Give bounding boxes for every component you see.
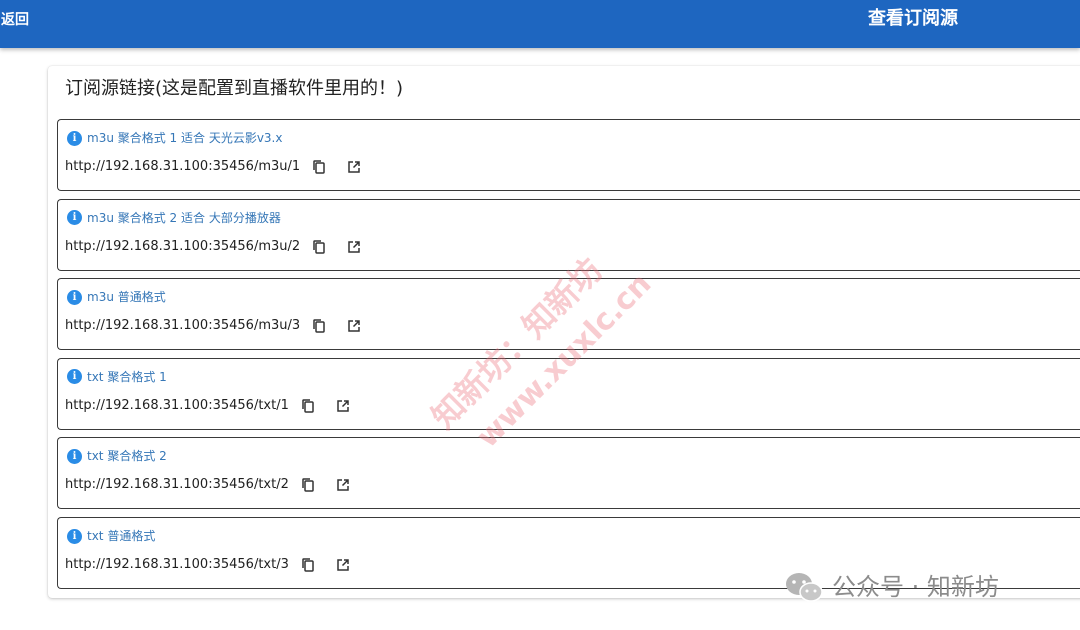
open-in-new-icon[interactable] bbox=[332, 395, 354, 417]
info-icon: i bbox=[67, 369, 82, 385]
back-button[interactable]: 返回 bbox=[0, 10, 29, 30]
open-in-new-icon[interactable] bbox=[343, 236, 365, 258]
feed-url[interactable]: http://192.168.31.100:35456/txt/3 bbox=[65, 554, 289, 576]
feed-label: txt 聚合格式 1 bbox=[87, 369, 167, 384]
page-title: 查看订阅源 bbox=[868, 8, 958, 29]
copy-icon[interactable] bbox=[308, 315, 330, 337]
feed-card-4: i txt 聚合格式 1 http://192.168.31.100:35456… bbox=[57, 357, 1080, 430]
footer-brand: 公众号 · 知新坊 bbox=[784, 570, 999, 604]
feed-label: txt 聚合格式 2 bbox=[87, 449, 167, 464]
wechat-icon bbox=[784, 571, 824, 603]
feed-url[interactable]: http://192.168.31.100:35456/m3u/1 bbox=[65, 156, 300, 178]
feed-card-2: i m3u 聚合格式 2 适合 大部分播放器 http://192.168.31… bbox=[57, 198, 1080, 271]
feed-url-row: http://192.168.31.100:35456/m3u/1 bbox=[65, 156, 365, 178]
feed-label-row: i m3u 聚合格式 2 适合 大部分播放器 bbox=[67, 209, 281, 227]
info-icon: i bbox=[67, 289, 82, 305]
feed-label-row: i m3u 聚合格式 1 适合 天光云影v3.x bbox=[67, 129, 282, 147]
feed-card-3: i m3u 普通格式 http://192.168.31.100:35456/m… bbox=[57, 278, 1080, 351]
info-icon: i bbox=[67, 130, 82, 146]
open-in-new-icon[interactable] bbox=[343, 156, 365, 178]
feed-card-1: i m3u 聚合格式 1 适合 天光云影v3.x http://192.168.… bbox=[57, 119, 1080, 191]
feed-label: m3u 普通格式 bbox=[87, 290, 166, 305]
feed-card-5: i txt 聚合格式 2 http://192.168.31.100:35456… bbox=[57, 437, 1080, 510]
feed-url-row: http://192.168.31.100:35456/txt/2 bbox=[65, 474, 354, 496]
feed-url[interactable]: http://192.168.31.100:35456/txt/2 bbox=[65, 474, 289, 496]
feed-url[interactable]: http://192.168.31.100:35456/txt/1 bbox=[65, 395, 289, 417]
info-icon: i bbox=[67, 448, 82, 464]
feed-label-row: i txt 普通格式 bbox=[67, 527, 155, 545]
copy-icon[interactable] bbox=[297, 395, 319, 417]
open-in-new-icon[interactable] bbox=[332, 474, 354, 496]
feed-url[interactable]: http://192.168.31.100:35456/m3u/3 bbox=[65, 315, 300, 337]
panel-title: 订阅源链接(这是配置到直播软件里用的！) bbox=[65, 78, 404, 99]
copy-icon[interactable] bbox=[297, 554, 319, 576]
open-in-new-icon[interactable] bbox=[332, 554, 354, 576]
copy-icon[interactable] bbox=[308, 236, 330, 258]
feed-label-row: i txt 聚合格式 1 bbox=[67, 368, 167, 386]
footer-brand-text: 公众号 · 知新坊 bbox=[832, 573, 999, 601]
feed-url-row: http://192.168.31.100:35456/txt/1 bbox=[65, 395, 354, 417]
info-icon: i bbox=[67, 210, 82, 226]
feed-url[interactable]: http://192.168.31.100:35456/m3u/2 bbox=[65, 236, 300, 258]
feed-url-row: http://192.168.31.100:35456/m3u/3 bbox=[65, 315, 365, 337]
subscription-panel: 订阅源链接(这是配置到直播软件里用的！) i m3u 聚合格式 1 适合 天光云… bbox=[48, 66, 1080, 598]
info-icon: i bbox=[67, 528, 82, 544]
feed-url-row: http://192.168.31.100:35456/txt/3 bbox=[65, 554, 354, 576]
copy-icon[interactable] bbox=[308, 156, 330, 178]
copy-icon[interactable] bbox=[297, 474, 319, 496]
open-in-new-icon[interactable] bbox=[343, 315, 365, 337]
feed-url-row: http://192.168.31.100:35456/m3u/2 bbox=[65, 236, 365, 258]
app-bar: 返回 查看订阅源 bbox=[0, 0, 1080, 48]
feed-label-row: i txt 聚合格式 2 bbox=[67, 447, 167, 465]
feed-label: txt 普通格式 bbox=[87, 529, 156, 543]
feed-label: m3u 聚合格式 1 适合 天光云影v3.x bbox=[87, 131, 283, 145]
feed-label: m3u 聚合格式 2 适合 大部分播放器 bbox=[87, 210, 281, 225]
feed-label-row: i m3u 普通格式 bbox=[67, 288, 166, 306]
